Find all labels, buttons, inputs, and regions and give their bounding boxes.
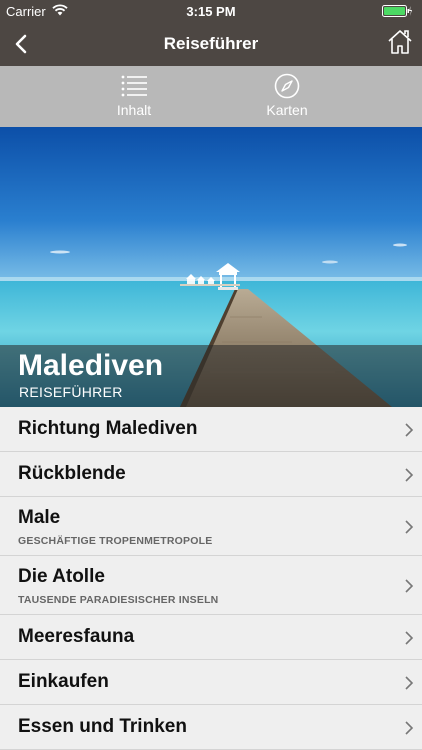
page-title: Reiseführer [163,34,259,53]
list-item-title: Rückblende [18,463,126,484]
list-item-subtitle: GESCHÄFTIGE TROPENMETROPOLE [18,535,213,547]
list-item-richtung-malediven[interactable]: Richtung Malediven [0,407,422,452]
list-item-male[interactable]: Male GESCHÄFTIGE TROPENMETROPOLE [0,497,422,556]
section-tabs: Inhalt Karten [0,66,422,127]
destination-title: Malediven [18,349,164,382]
list-icon [121,75,147,97]
list-item-die-atolle[interactable]: Die Atolle TAUSENDE PARADIESISCHER INSEL… [0,556,422,615]
tab-karten[interactable]: Karten [227,66,347,127]
list-item-meeresfauna[interactable]: Meeresfauna [0,615,422,660]
hero-image: Malediven REISEFÜHRER [0,127,422,407]
list-item-title: Richtung Malediven [18,418,198,439]
list-item-essen-und-trinken[interactable]: Essen und Trinken [0,705,422,750]
list-item-title: Male [18,507,61,528]
chevron-right-icon [405,721,414,735]
list-item-title: Die Atolle [18,566,105,587]
list-item-rueckblende[interactable]: Rückblende [0,452,422,497]
destination-subtitle: REISEFÜHRER [19,384,123,400]
home-icon[interactable] [386,28,414,56]
chevron-right-icon [405,631,414,645]
hero-caption: Malediven REISEFÜHRER [0,345,422,407]
chevron-right-icon [405,423,414,437]
list-item-title: Einkaufen [18,671,109,692]
list-item-subtitle: TAUSENDE PARADIESISCHER INSELN [18,594,219,606]
tab-inhalt-label: Inhalt [116,102,152,118]
tab-inhalt[interactable]: Inhalt [74,66,194,127]
status-time: 3:15 PM [186,4,236,19]
compass-icon [274,73,300,99]
chevron-right-icon [405,579,414,593]
status-bar: Carrier 3:15 PM [0,0,422,22]
tab-karten-label: Karten [266,102,308,118]
chevron-right-icon [405,468,414,482]
chevron-right-icon [405,520,414,534]
list-item-title: Essen und Trinken [18,716,187,737]
battery-icon [382,5,412,17]
list-item-title: Meeresfauna [18,626,135,647]
navigation-bar: Reiseführer [0,22,422,66]
list-item-einkaufen[interactable]: Einkaufen [0,660,422,705]
chevron-right-icon [405,676,414,690]
contents-list: Richtung Malediven Rückblende Male GESCH… [0,407,422,750]
